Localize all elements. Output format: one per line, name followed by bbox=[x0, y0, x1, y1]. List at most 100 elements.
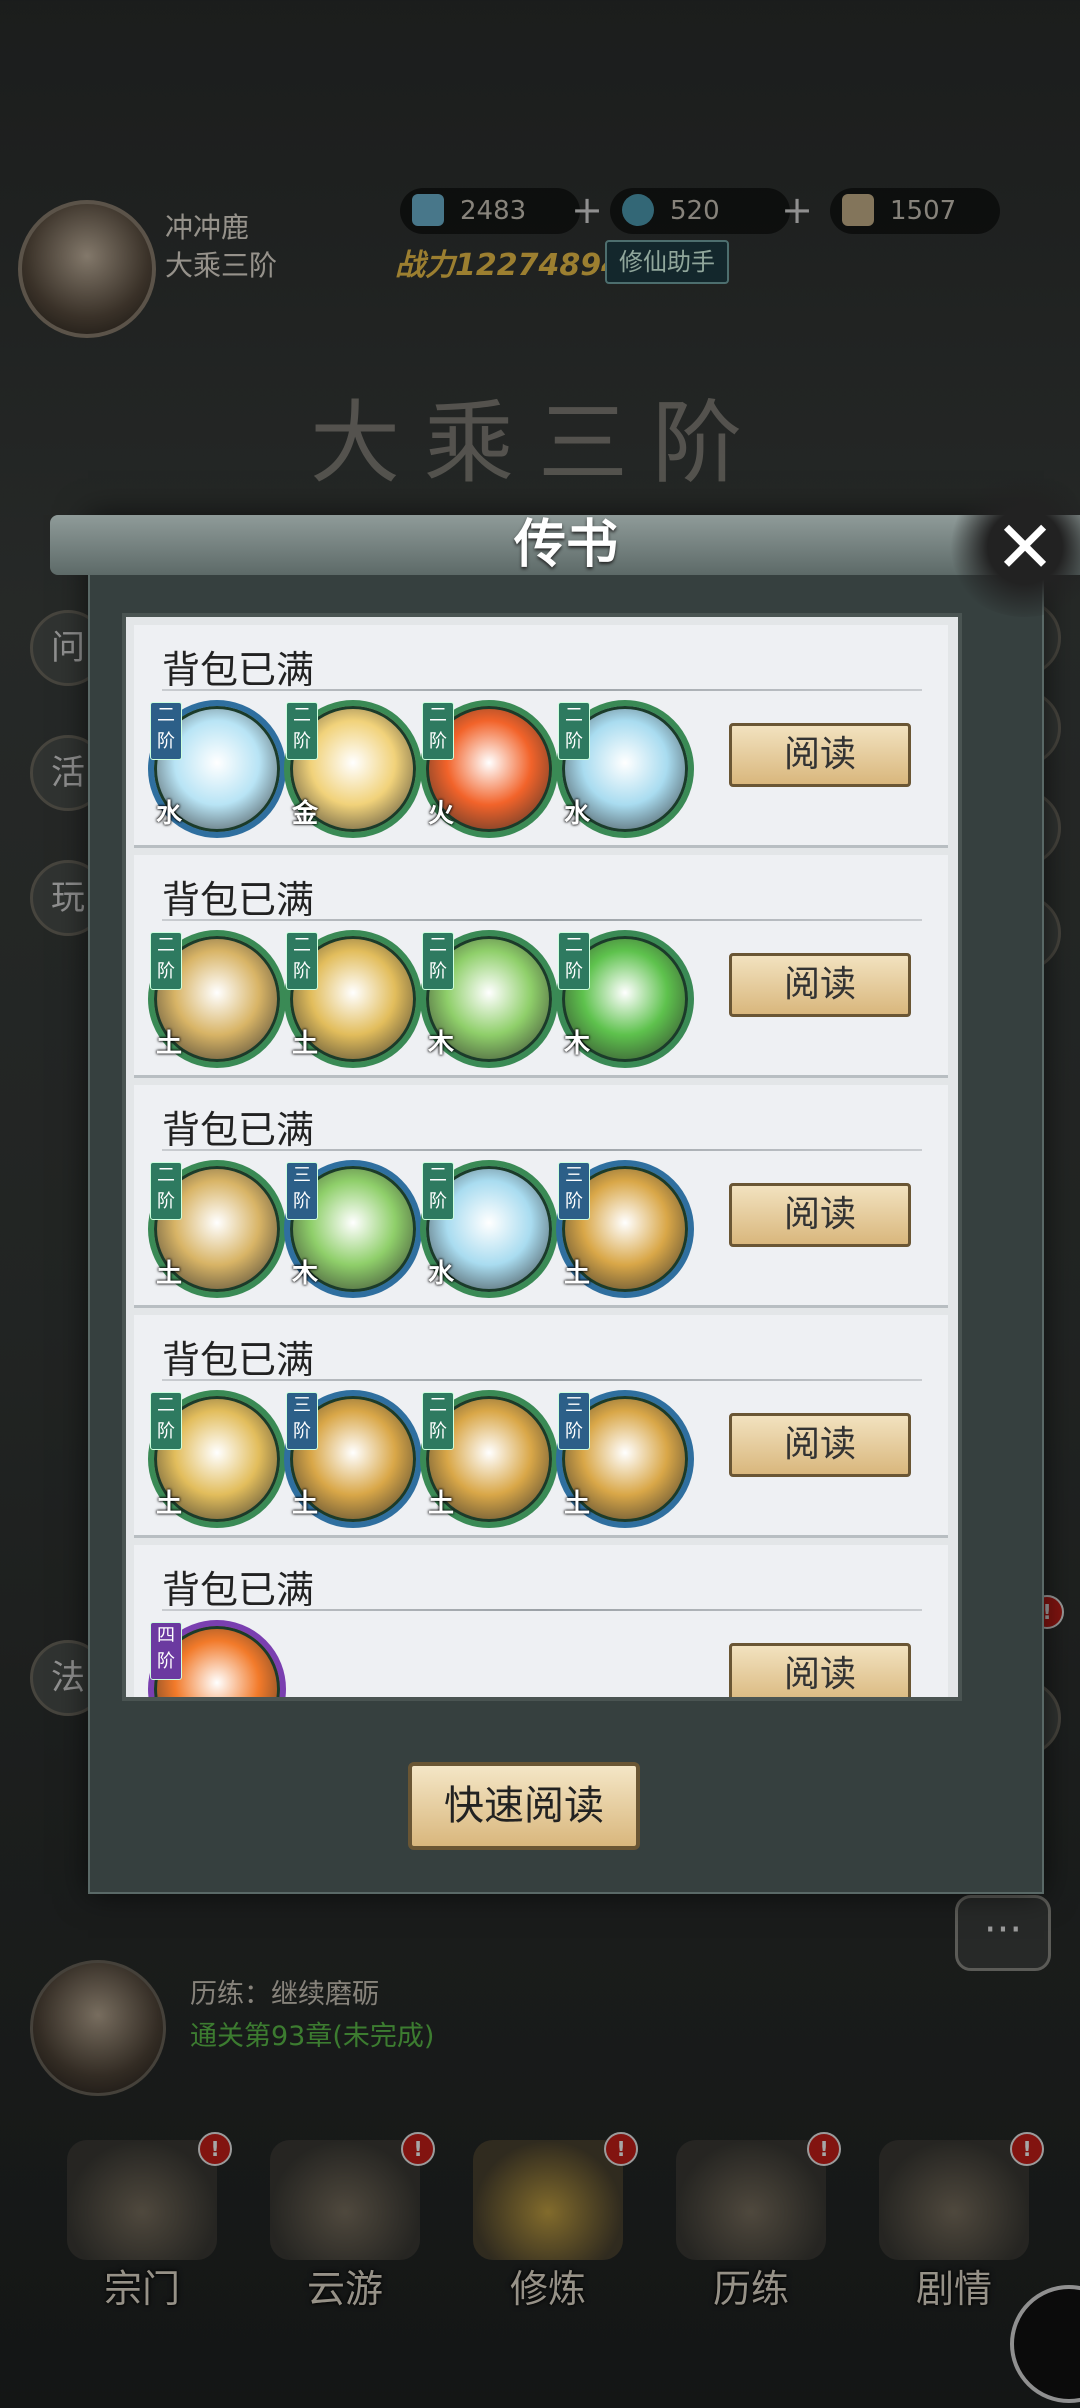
add-spirit-stone-button[interactable]: + bbox=[568, 191, 606, 230]
letter-title: 背包已满 bbox=[162, 1108, 315, 1152]
skill-icon[interactable]: 三阶土 bbox=[284, 1390, 422, 1528]
cultivate-icon bbox=[473, 2140, 623, 2260]
nav-trial[interactable]: 历练 ! bbox=[651, 2132, 851, 2330]
skill-icon[interactable]: 二阶木 bbox=[556, 930, 694, 1068]
element-label: 水 bbox=[428, 1259, 455, 1289]
nav-travel[interactable]: 云游 ! bbox=[245, 2132, 445, 2330]
quest-title: 历练：继续磨砺 bbox=[190, 1979, 379, 2010]
read-button[interactable]: 阅读 bbox=[729, 1643, 911, 1697]
skill-icon[interactable]: 二阶水 bbox=[420, 1160, 558, 1298]
letter-card: 背包已满 二阶土 二阶土 二阶木 二阶木 阅读 bbox=[134, 855, 948, 1078]
notification-badge: ! bbox=[198, 2132, 232, 2166]
skill-icon[interactable]: 二阶土 bbox=[148, 1160, 286, 1298]
skill-icon[interactable]: 三阶土 bbox=[556, 1390, 694, 1528]
realm-banner: 大乘三阶 bbox=[310, 391, 766, 496]
dialog-title: 传书 bbox=[513, 514, 618, 575]
letters-dialog: 传书 ✕ 背包已满 二阶水 二阶金 二阶火 二阶水 阅读 背包已满 二阶土 二阶… bbox=[50, 477, 1080, 1894]
skill-icon[interactable]: 二阶木 bbox=[420, 930, 558, 1068]
divider bbox=[162, 1149, 922, 1151]
divider bbox=[162, 689, 922, 691]
letter-card: 背包已满 二阶水 二阶金 二阶火 二阶水 阅读 bbox=[134, 625, 948, 848]
tier-tag: 四阶 bbox=[150, 1622, 182, 1680]
divider bbox=[162, 919, 922, 921]
bottom-nav: 宗门 ! 云游 ! 修炼 ! 历练 ! 剧情 ! bbox=[0, 2120, 1080, 2340]
letter-card: 背包已满 二阶土 三阶木 二阶水 三阶土 阅读 bbox=[134, 1085, 948, 1308]
assistant-button[interactable]: 修仙助手 bbox=[605, 240, 729, 284]
top-bar: 冲冲鹿 大乘三阶 2483 + 520 + 1507 战力12274894 修仙… bbox=[0, 160, 1080, 338]
close-icon[interactable]: ✕ bbox=[945, 477, 1080, 617]
tier-tag: 二阶 bbox=[422, 932, 454, 990]
element-label: 土 bbox=[564, 1489, 591, 1519]
sect-icon bbox=[67, 2140, 217, 2260]
skill-icon[interactable]: 二阶土 bbox=[148, 1390, 286, 1528]
quest-avatar bbox=[30, 1960, 166, 2096]
element-label: 土 bbox=[292, 1029, 319, 1059]
jade-icon bbox=[622, 194, 654, 226]
divider bbox=[162, 1609, 922, 1611]
notification-badge: ! bbox=[401, 2132, 435, 2166]
tier-tag: 二阶 bbox=[286, 702, 318, 760]
tier-tag: 二阶 bbox=[150, 702, 182, 760]
add-jade-button[interactable]: + bbox=[778, 191, 816, 230]
notification-badge: ! bbox=[604, 2132, 638, 2166]
story-icon bbox=[879, 2140, 1029, 2260]
notification-badge: ! bbox=[1010, 2132, 1044, 2166]
player-name: 冲冲鹿 bbox=[165, 211, 250, 244]
tier-tag: 二阶 bbox=[422, 1162, 454, 1220]
combat-power: 战力12274894 bbox=[395, 248, 622, 283]
element-label: 土 bbox=[564, 1259, 591, 1289]
skill-icon[interactable]: 三阶土 bbox=[556, 1160, 694, 1298]
skill-icon[interactable]: 二阶水 bbox=[556, 700, 694, 838]
tier-tag: 二阶 bbox=[150, 1162, 182, 1220]
player-avatar[interactable] bbox=[18, 200, 156, 338]
skill-icon[interactable]: 二阶金 bbox=[284, 700, 422, 838]
tier-tag: 二阶 bbox=[286, 932, 318, 990]
element-label: 土 bbox=[156, 1489, 183, 1519]
skill-icon[interactable]: 二阶水 bbox=[148, 700, 286, 838]
tier-tag: 二阶 bbox=[422, 1392, 454, 1450]
skill-icon[interactable]: 二阶土 bbox=[284, 930, 422, 1068]
skill-icon[interactable]: 三阶木 bbox=[284, 1160, 422, 1298]
nav-cultivate[interactable]: 修炼 ! bbox=[448, 2132, 648, 2330]
quick-read-button[interactable]: 快速阅读 bbox=[408, 1762, 640, 1850]
skill-icon[interactable]: 二阶土 bbox=[148, 930, 286, 1068]
notification-badge: ! bbox=[807, 2132, 841, 2166]
letter-card: 背包已满 二阶土 三阶土 二阶土 三阶土 阅读 bbox=[134, 1315, 948, 1538]
nav-sect[interactable]: 宗门 ! bbox=[42, 2132, 242, 2330]
skill-icon[interactable]: 二阶火 bbox=[420, 700, 558, 838]
element-label: 土 bbox=[156, 1259, 183, 1289]
tier-tag: 三阶 bbox=[286, 1162, 318, 1220]
tier-tag: 二阶 bbox=[422, 702, 454, 760]
read-button[interactable]: 阅读 bbox=[729, 953, 911, 1017]
element-label: 土 bbox=[292, 1489, 319, 1519]
chat-icon[interactable]: ··· bbox=[955, 1895, 1051, 1971]
element-label: 金 bbox=[292, 799, 319, 829]
skill-icon[interactable]: 二阶土 bbox=[420, 1390, 558, 1528]
tier-tag: 三阶 bbox=[558, 1162, 590, 1220]
nav-story[interactable]: 剧情 ! bbox=[854, 2132, 1054, 2330]
read-button[interactable]: 阅读 bbox=[729, 1413, 911, 1477]
divider bbox=[162, 1379, 922, 1381]
letter-title: 背包已满 bbox=[162, 1568, 315, 1612]
quest-panel[interactable]: 历练：继续磨砺 通关第93章(未完成) bbox=[30, 1960, 590, 2096]
letters-list[interactable]: 背包已满 二阶水 二阶金 二阶火 二阶水 阅读 背包已满 二阶土 二阶土 二阶木… bbox=[122, 613, 962, 1701]
tier-tag: 二阶 bbox=[150, 1392, 182, 1450]
resource-jade: 520 + bbox=[610, 188, 813, 234]
travel-icon bbox=[270, 2140, 420, 2260]
element-label: 木 bbox=[428, 1029, 455, 1059]
read-button[interactable]: 阅读 bbox=[729, 723, 911, 787]
letter-card: 背包已满 四阶火 阅读 bbox=[134, 1545, 948, 1697]
resource-spirit-stone: 2483 + bbox=[400, 188, 603, 234]
tier-tag: 三阶 bbox=[558, 1392, 590, 1450]
element-label: 木 bbox=[292, 1259, 319, 1289]
resource-scroll: 1507 bbox=[830, 188, 1000, 234]
player-realm: 大乘三阶 bbox=[165, 249, 278, 282]
read-button[interactable]: 阅读 bbox=[729, 1183, 911, 1247]
element-label: 土 bbox=[156, 1029, 183, 1059]
letter-title: 背包已满 bbox=[162, 878, 315, 922]
scroll-icon bbox=[842, 194, 874, 226]
skill-icon[interactable]: 四阶火 bbox=[148, 1620, 286, 1697]
letter-title: 背包已满 bbox=[162, 1338, 315, 1382]
trial-icon bbox=[676, 2140, 826, 2260]
tier-tag: 二阶 bbox=[558, 932, 590, 990]
